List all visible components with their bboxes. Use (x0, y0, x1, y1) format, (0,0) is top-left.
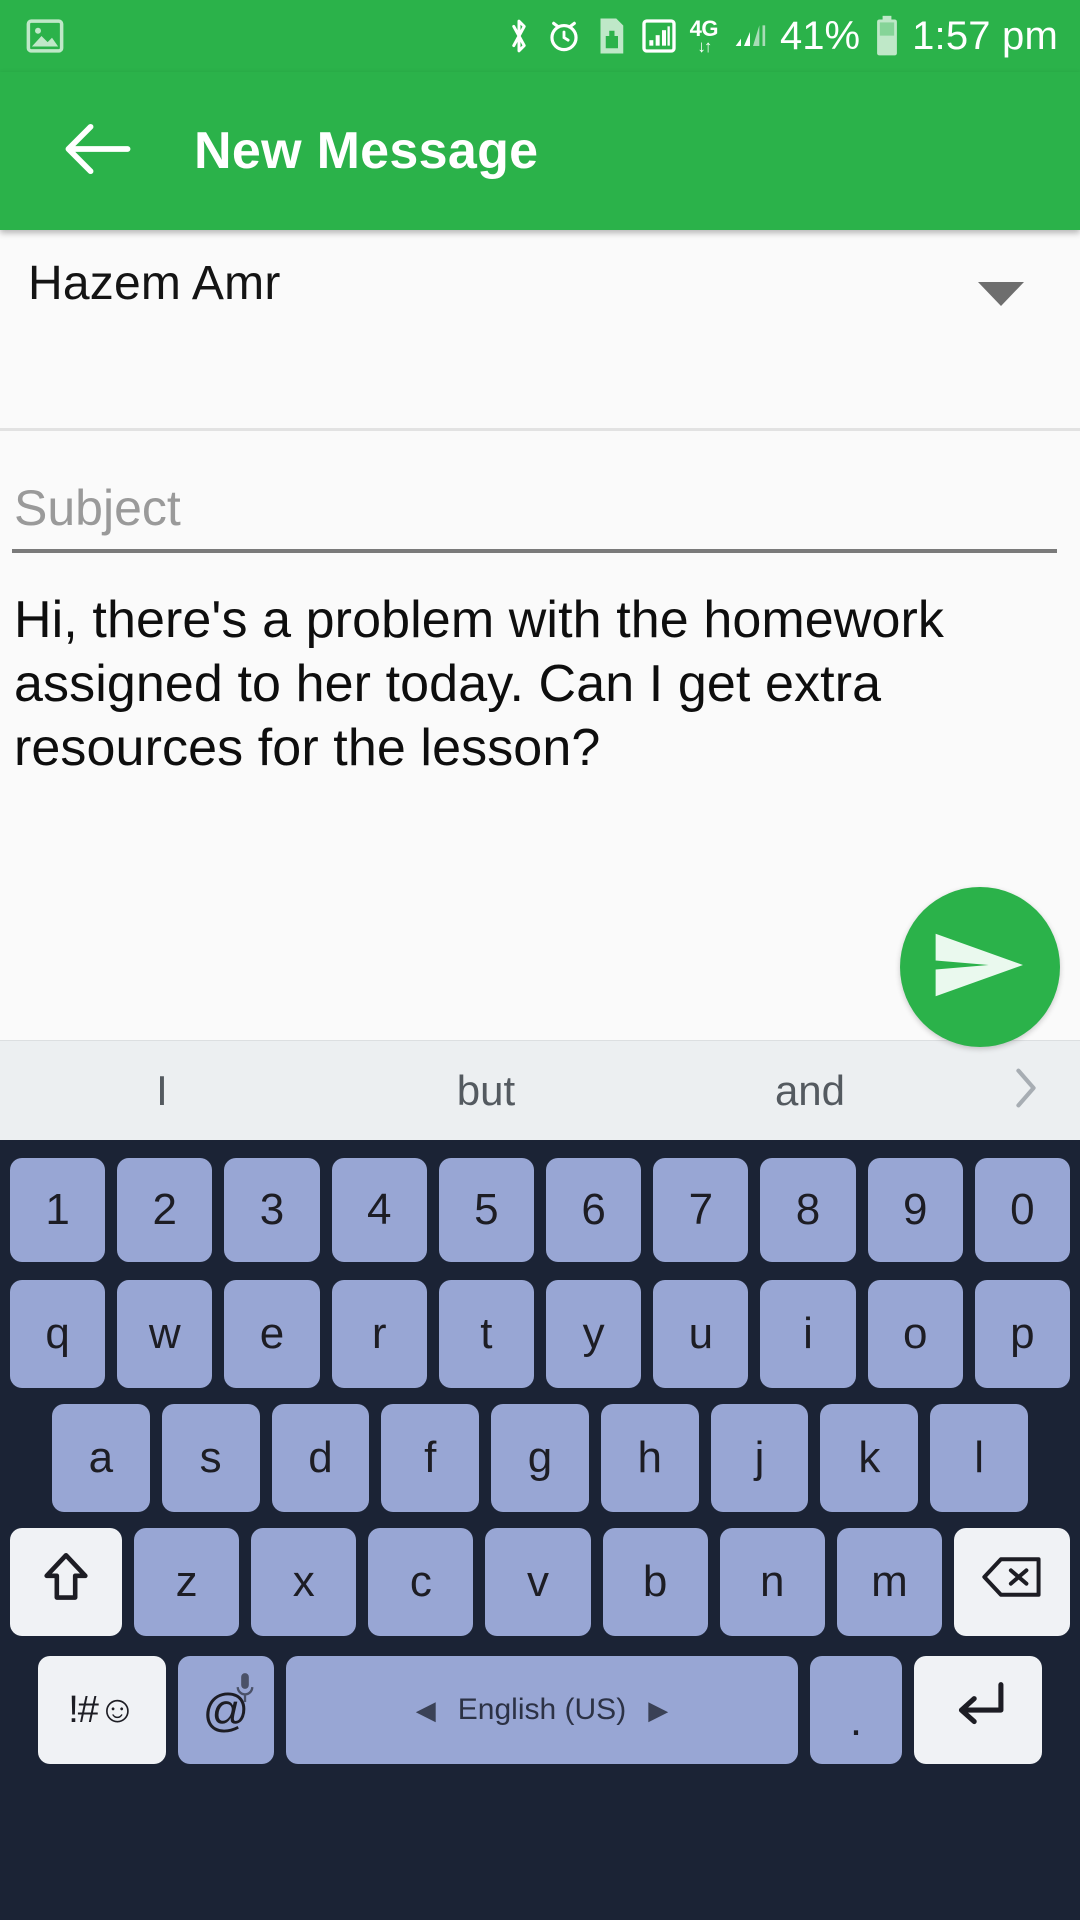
key-m[interactable]: m (836, 1528, 942, 1636)
space-key[interactable]: ◀ English (US) ▶ (286, 1656, 798, 1764)
signal-box-icon (639, 15, 679, 57)
signal-bars-icon (729, 15, 769, 57)
shift-arrow-icon (39, 1548, 93, 1617)
suggestion-expand-button[interactable] (972, 1062, 1080, 1119)
backspace-key[interactable] (953, 1528, 1070, 1636)
keyboard-row-numbers: 1 2 3 4 5 6 7 8 9 0 (0, 1148, 1080, 1272)
key-r[interactable]: r (331, 1280, 427, 1388)
back-arrow-icon (61, 119, 135, 184)
key-p[interactable]: p (974, 1280, 1071, 1388)
status-bar-right: 4G ↓↑ 41% 1:57 pm (504, 14, 1058, 58)
battery-percent-label: 41% (780, 14, 861, 58)
keyboard-row-home: a s d f g h j k l (0, 1396, 1080, 1520)
sim-card-icon (594, 15, 628, 57)
key-v[interactable]: v (485, 1528, 591, 1636)
suggestion-bar: I but and (0, 1040, 1080, 1140)
4g-icon: 4G ↓↑ (690, 17, 719, 56)
keyboard-row-bottom: z x c v b n m (0, 1520, 1080, 1644)
key-8[interactable]: 8 (760, 1158, 856, 1262)
at-key[interactable]: @ (178, 1656, 274, 1764)
period-key[interactable]: . (810, 1656, 902, 1764)
key-n[interactable]: n (719, 1528, 825, 1636)
key-a[interactable]: a (51, 1404, 150, 1512)
space-prev-language-arrow-icon[interactable]: ◀ (416, 1695, 436, 1726)
enter-key-icon (947, 1677, 1009, 1744)
key-q[interactable]: q (9, 1280, 106, 1388)
key-s[interactable]: s (161, 1404, 260, 1512)
subject-field[interactable]: Subject (0, 431, 1080, 578)
key-5[interactable]: 5 (438, 1158, 534, 1262)
shift-key[interactable] (10, 1528, 122, 1636)
subject-underline (12, 549, 1057, 553)
bluetooth-icon (504, 15, 534, 57)
keyboard-row-top: q w e r t y u i o p (0, 1272, 1080, 1396)
back-button[interactable] (50, 103, 146, 199)
key-h[interactable]: h (600, 1404, 699, 1512)
key-0[interactable]: 0 (974, 1158, 1071, 1262)
key-w[interactable]: w (117, 1280, 213, 1388)
key-d[interactable]: d (271, 1404, 370, 1512)
page-title: New Message (194, 122, 539, 180)
send-button[interactable] (900, 887, 1060, 1047)
clock-label: 1:57 pm (912, 14, 1058, 58)
suggestion-item-0[interactable]: I (0, 1067, 324, 1115)
app-bar: New Message (0, 72, 1080, 230)
key-b[interactable]: b (602, 1528, 708, 1636)
chevron-down-icon[interactable] (978, 282, 1024, 306)
recipient-field[interactable]: Hazem Amr (0, 230, 1080, 428)
image-icon (24, 15, 66, 57)
key-4[interactable]: 4 (331, 1158, 427, 1262)
key-i[interactable]: i (760, 1280, 856, 1388)
symbols-key[interactable]: !#☺ (38, 1656, 166, 1764)
on-screen-keyboard: 1 2 3 4 5 6 7 8 9 0 q w e r t y u i o p … (0, 1140, 1080, 1920)
recipient-name-value: Hazem Amr (28, 257, 281, 310)
key-9[interactable]: 9 (867, 1158, 963, 1262)
key-x[interactable]: x (251, 1528, 357, 1636)
key-k[interactable]: k (820, 1404, 919, 1512)
space-language-label: English (US) (457, 1693, 627, 1726)
alarm-icon (545, 16, 583, 56)
key-6[interactable]: 6 (546, 1158, 642, 1262)
battery-icon (873, 14, 901, 58)
key-g[interactable]: g (491, 1404, 589, 1512)
key-f[interactable]: f (381, 1404, 480, 1512)
phone-screen: 4G ↓↑ 41% 1:57 pm New Message Hazem Amr … (0, 0, 1080, 1920)
suggestion-item-1[interactable]: but (324, 1067, 648, 1115)
send-icon (928, 922, 1032, 1013)
keyboard-row-space: !#☺ @ ◀ English (US) ▶ . (0, 1644, 1080, 1776)
key-z[interactable]: z (134, 1528, 240, 1636)
chevron-right-icon (1009, 1062, 1043, 1119)
data-arrows-icon: ↓↑ (697, 36, 712, 56)
key-c[interactable]: c (368, 1528, 474, 1636)
key-2[interactable]: 2 (117, 1158, 213, 1262)
key-o[interactable]: o (867, 1280, 963, 1388)
space-key-label-group: ◀ English (US) ▶ (416, 1693, 668, 1727)
status-bar: 4G ↓↑ 41% 1:57 pm (0, 0, 1080, 72)
suggestion-item-2[interactable]: and (648, 1067, 972, 1115)
key-u[interactable]: u (653, 1280, 749, 1388)
key-3[interactable]: 3 (224, 1158, 320, 1262)
key-1[interactable]: 1 (9, 1158, 106, 1262)
space-next-language-arrow-icon[interactable]: ▶ (648, 1695, 668, 1726)
microphone-icon (234, 1662, 256, 1716)
key-y[interactable]: y (546, 1280, 642, 1388)
key-l[interactable]: l (930, 1404, 1029, 1512)
subject-placeholder-label: Subject (14, 480, 181, 536)
key-7[interactable]: 7 (653, 1158, 749, 1262)
key-e[interactable]: e (224, 1280, 320, 1388)
status-bar-left (24, 15, 66, 57)
enter-key[interactable] (914, 1656, 1042, 1764)
backspace-icon (981, 1553, 1043, 1612)
key-j[interactable]: j (710, 1404, 809, 1512)
message-body-value: Hi, there's a problem with the homework … (14, 591, 959, 777)
key-t[interactable]: t (438, 1280, 534, 1388)
